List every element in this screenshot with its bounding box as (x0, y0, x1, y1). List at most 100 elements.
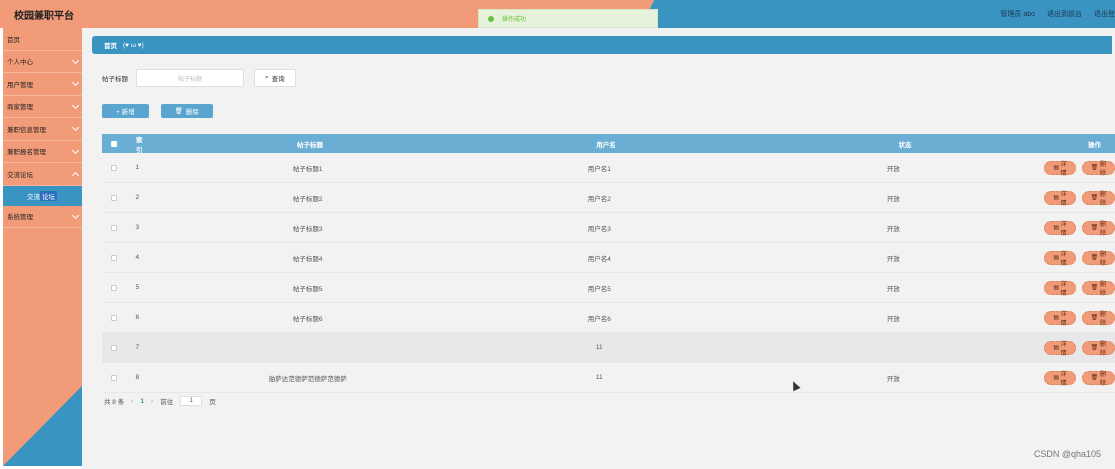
action-row: + 新增 🗑 删除 (102, 104, 213, 118)
table-row: 6 帖子标题6 用户名6 开放 ▤ 详情 🗑 删除 (102, 303, 1115, 333)
detail-label: 详情 (1060, 221, 1067, 237)
search-button[interactable]: ⌕ 查询 (254, 69, 296, 87)
delete-button[interactable]: 🗑 删除 (1081, 220, 1115, 237)
select-all-checkbox[interactable] (111, 140, 117, 147)
prev-page-button[interactable]: ‹ (131, 398, 133, 405)
search-label: 帖子标题 (102, 76, 128, 83)
search-row: 帖子标题 帖子标题 ⌕ 查询 (102, 69, 296, 87)
batch-delete-button[interactable]: 🗑 删除 (160, 104, 213, 118)
posts-table: 索引 帖子标题 用户名 状态 操作 1 帖子标题1 用户名1 开放 ▤ 详情 🗑… (102, 134, 1115, 393)
delete-label: 删除 (1099, 371, 1106, 387)
chevron-down-icon (71, 123, 80, 132)
detail-label: 详情 (1060, 341, 1067, 357)
cell-index: 3 (135, 224, 140, 231)
detail-button[interactable]: ▤ 详情 (1044, 340, 1076, 357)
watermark: CSDN @qha105 (1033, 449, 1101, 459)
delete-button[interactable]: 🗑 删除 (1081, 370, 1115, 387)
logout-link[interactable]: 退出登 (1094, 9, 1115, 19)
breadcrumb-decoration: (♥ ω ♥) (123, 41, 144, 49)
detail-button[interactable]: ▤ 详情 (1044, 250, 1076, 267)
delete-button[interactable]: 🗑 删除 (1081, 280, 1115, 297)
page-number-button[interactable]: 1 (140, 398, 144, 405)
row-checkbox[interactable] (110, 164, 117, 171)
detail-button[interactable]: ▤ 详情 (1044, 220, 1076, 237)
row-checkbox[interactable] (110, 284, 117, 291)
sidebar-item-merchant-management[interactable]: 商家管理 (3, 96, 82, 118)
detail-button[interactable]: ▤ 详情 (1044, 370, 1076, 387)
pagination: 共 8 条 ‹ 1 › 前往 1 页 (104, 396, 216, 406)
row-checkbox[interactable] (110, 224, 117, 231)
header-status: 状态 (898, 141, 912, 149)
cell-title: 舶萨达范德萨范德萨范德萨 (268, 375, 347, 383)
main-content: 首页 (♥ ω ♥) 帖子标题 帖子标题 ⌕ 查询 + 新增 🗑 删除 索引 帖… (82, 28, 1115, 469)
sidebar-item-job-signup[interactable]: 兼职报名管理 (3, 141, 82, 163)
sidebar-item-home[interactable]: 首页 (3, 28, 82, 51)
table-row: 5 帖子标题5 用户名5 开放 ▤ 详情 🗑 删除 (102, 273, 1115, 303)
table-row: 8 舶萨达范德萨范德萨范德萨 11 开放 ▤ 详情 🗑 删除 (102, 363, 1115, 393)
delete-button[interactable]: 🗑 删除 (1081, 340, 1115, 357)
header-ops: 操作 (1088, 141, 1101, 149)
breadcrumb-home[interactable]: 首页 (104, 40, 117, 50)
delete-label: 删除 (1099, 311, 1106, 327)
cell-index: 6 (135, 314, 140, 321)
cell-index: 5 (135, 284, 140, 291)
sidebar-subitem-forum[interactable]: 交流 论坛 (3, 185, 82, 206)
delete-label: 删除 (1099, 251, 1106, 267)
cell-index: 8 (135, 374, 140, 381)
sidebar-item-forum[interactable]: 交流论坛 (3, 163, 82, 186)
table-row: 3 帖子标题3 用户名3 开放 ▤ 详情 🗑 删除 (102, 213, 1115, 243)
sidebar: 首页 个人中心 用户管理 商家管理 兼职信息管理 兼职报名管理 交流论坛 交流论… (3, 28, 82, 466)
sidebar-item-label: 系统管理 (7, 214, 33, 222)
chevron-down-icon (71, 146, 80, 154)
row-checkbox[interactable] (110, 254, 117, 261)
chevron-down-icon (71, 78, 80, 87)
sidebar-decoration (3, 386, 82, 466)
delete-button[interactable]: 🗑 删除 (1081, 310, 1115, 327)
sidebar-item-job-info[interactable]: 兼职信息管理 (3, 118, 82, 141)
cell-user: 11 (595, 374, 603, 381)
cell-title: 帖子标题2 (292, 195, 323, 203)
row-checkbox[interactable] (110, 374, 117, 381)
chevron-down-icon (71, 101, 80, 109)
detail-button[interactable]: ▤ 详情 (1044, 190, 1076, 207)
success-toast: 操作成功 (478, 9, 658, 28)
sidebar-item-label: 商家管理 (7, 104, 33, 112)
goto-label: 前往 (160, 399, 174, 406)
detail-button[interactable]: ▤ 详情 (1044, 310, 1076, 327)
subitem-label-a: 交流 (27, 193, 40, 201)
next-page-button[interactable]: › (151, 398, 153, 405)
cell-title: 帖子标题5 (292, 285, 323, 293)
subitem-label-b: 论坛 (40, 190, 57, 201)
sidebar-item-personal-center[interactable]: 个人中心 (3, 51, 82, 73)
search-input[interactable]: 帖子标题 (136, 69, 244, 87)
cell-user: 用户名6 (587, 315, 611, 323)
header-links: 管理员 abo 退出到前台 退出登 (1000, 9, 1115, 19)
detail-label: 详情 (1060, 251, 1067, 267)
cell-status: 开放 (886, 375, 900, 383)
detail-button[interactable]: ▤ 详情 (1044, 160, 1076, 177)
sidebar-item-system-management[interactable]: 系统管理 (3, 206, 82, 228)
detail-button[interactable]: ▤ 详情 (1044, 280, 1076, 297)
cell-user: 11 (595, 344, 603, 351)
row-checkbox[interactable] (110, 194, 117, 201)
add-button[interactable]: + 新增 (102, 104, 149, 118)
pagination-total: 共 8 条 (104, 399, 125, 406)
row-checkbox[interactable] (110, 344, 117, 351)
cell-user: 用户名4 (587, 255, 611, 263)
detail-label: 详情 (1060, 311, 1067, 327)
row-checkbox[interactable] (110, 314, 117, 321)
delete-button[interactable]: 🗑 删除 (1081, 190, 1115, 207)
delete-button[interactable]: 🗑 删除 (1081, 160, 1115, 177)
sidebar-item-label: 首页 (7, 36, 20, 44)
cell-index: 1 (135, 164, 140, 171)
delete-label: 删除 (1099, 221, 1106, 237)
cell-title: 帖子标题4 (292, 255, 323, 263)
detail-label: 详情 (1060, 281, 1067, 297)
table-row: 2 帖子标题2 用户名2 开放 ▤ 详情 🗑 删除 (102, 183, 1115, 213)
delete-button[interactable]: 🗑 删除 (1081, 250, 1115, 267)
goto-page-input[interactable]: 1 (180, 396, 203, 406)
go-frontend-link[interactable]: 退出到前台 (1047, 9, 1082, 19)
sidebar-item-user-management[interactable]: 用户管理 (3, 73, 82, 96)
delete-label: 删除 (1099, 191, 1106, 207)
sidebar-item-label: 兼职报名管理 (7, 149, 46, 157)
